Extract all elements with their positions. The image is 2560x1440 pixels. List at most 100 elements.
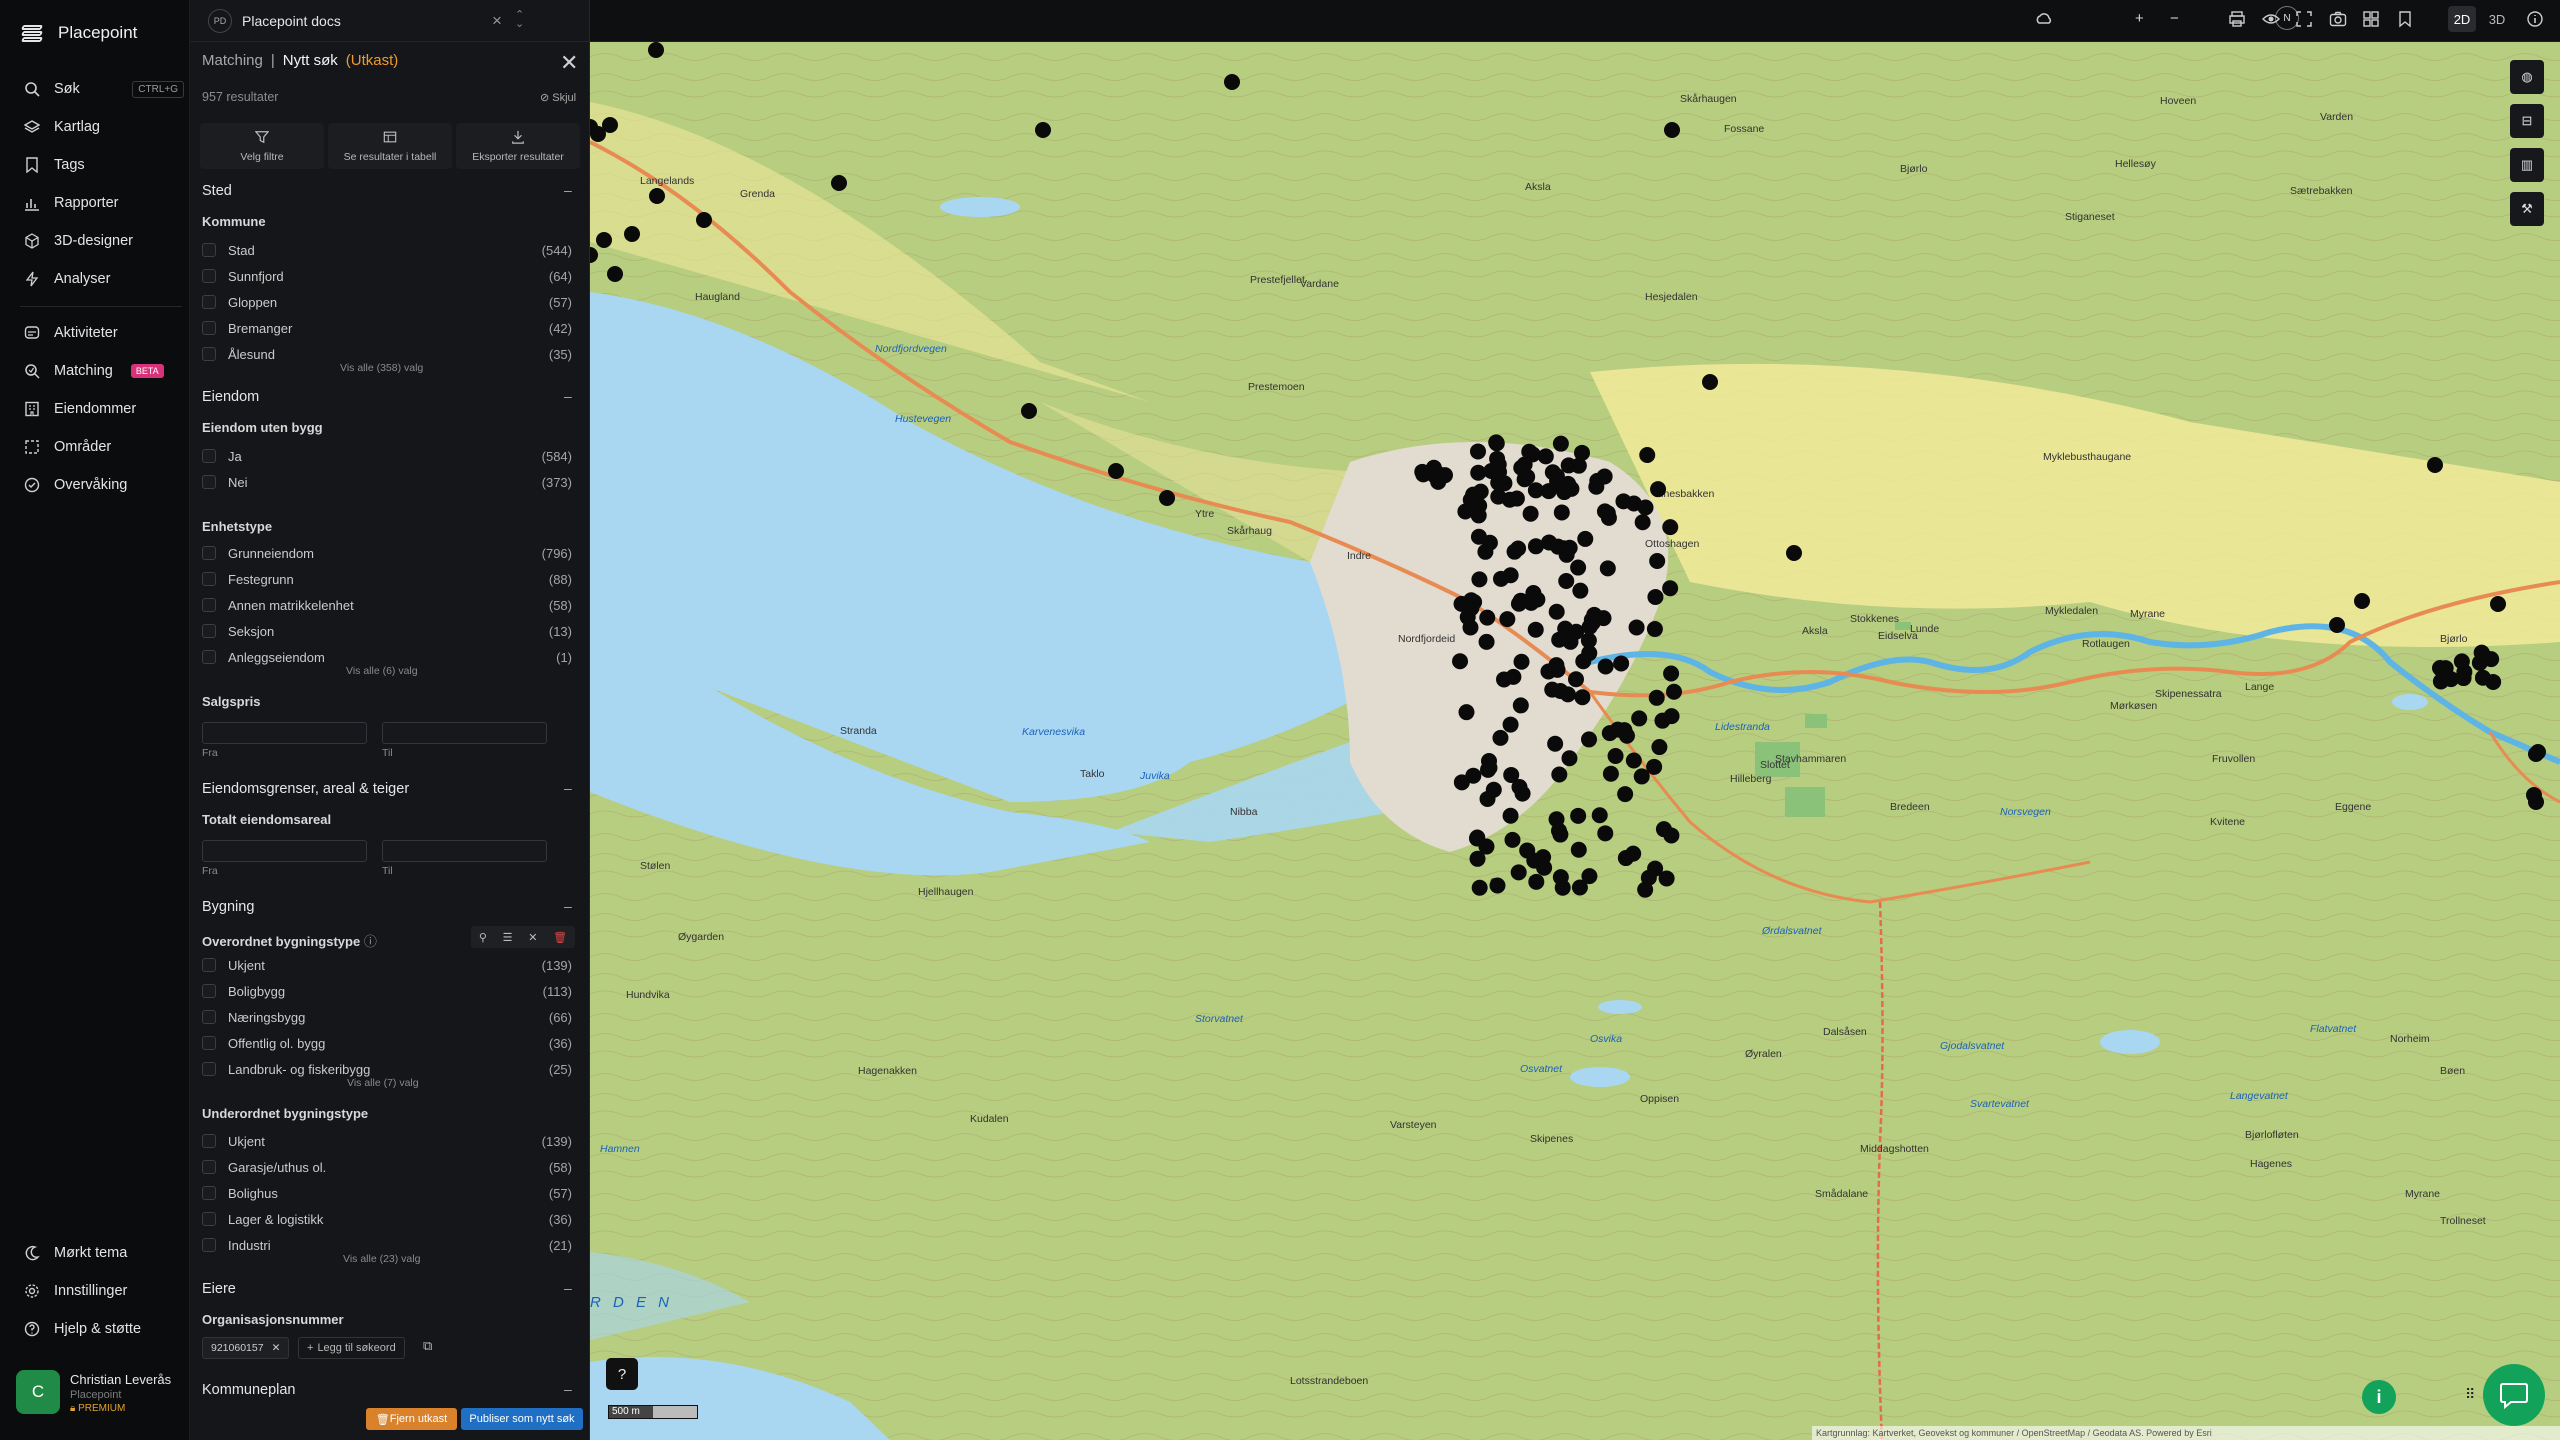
result-marker[interactable] — [1637, 881, 1654, 898]
result-marker[interactable] — [1662, 519, 1679, 536]
stats-button[interactable]: ▥ — [2510, 148, 2544, 182]
section-eiere[interactable]: Eiere — [202, 1281, 236, 1297]
filter-option[interactable]: Gloppen (57) — [202, 292, 572, 312]
checkbox[interactable] — [202, 546, 216, 560]
print-icon[interactable] — [2228, 10, 2246, 32]
result-marker[interactable] — [1544, 464, 1561, 481]
result-marker[interactable] — [2483, 651, 2500, 668]
checkbox[interactable] — [202, 1238, 216, 1252]
areal-to-input[interactable] — [382, 840, 547, 862]
hide-button[interactable]: ⊘ Skjul — [540, 91, 576, 104]
result-marker[interactable] — [2354, 593, 2370, 609]
result-marker[interactable] — [1492, 570, 1509, 587]
results-table-button[interactable]: Se resultater i tabell — [328, 123, 452, 169]
result-marker[interactable] — [1558, 546, 1575, 563]
result-marker[interactable] — [696, 212, 712, 228]
search-icon[interactable]: ⚲ — [479, 931, 487, 944]
nav-item-tags[interactable]: Tags — [24, 150, 184, 180]
result-marker[interactable] — [1597, 658, 1614, 675]
result-marker[interactable] — [1663, 827, 1680, 844]
result-marker[interactable] — [1572, 582, 1589, 599]
result-marker[interactable] — [1570, 457, 1587, 474]
filter-option[interactable]: Lager & logistikk (36) — [202, 1209, 572, 1229]
filter-option[interactable]: Industri (21) — [202, 1235, 572, 1255]
nav-item-dark-theme[interactable]: Mørkt tema — [24, 1238, 184, 1268]
filter-option[interactable]: Grunneiendom (796) — [202, 543, 572, 563]
result-marker[interactable] — [1628, 619, 1645, 636]
nav-item-omrader[interactable]: Områder — [24, 432, 184, 462]
result-marker[interactable] — [1499, 611, 1516, 628]
filter-option[interactable]: Garasje/uthus ol. (58) — [202, 1157, 572, 1177]
copy-icon[interactable]: ⧉ — [423, 1338, 432, 1354]
collapse-icon[interactable]: – — [564, 1381, 572, 1397]
show-all-link[interactable]: Vis alle (6) valg — [346, 665, 418, 677]
result-marker[interactable] — [1609, 721, 1626, 738]
section-eiendomsgrenser[interactable]: Eiendomsgrenser, areal & teiger — [202, 781, 409, 797]
result-marker[interactable] — [1613, 655, 1630, 672]
result-marker[interactable] — [1430, 473, 1447, 490]
result-marker[interactable] — [1108, 463, 1124, 479]
close-icon[interactable]: × — [492, 11, 502, 31]
result-marker[interactable] — [1463, 592, 1480, 609]
section-eiendom[interactable]: Eiendom — [202, 389, 259, 405]
result-marker[interactable] — [1516, 471, 1533, 488]
result-marker[interactable] — [1502, 716, 1519, 733]
filter-option[interactable]: Ukjent (139) — [202, 1131, 572, 1151]
result-marker[interactable] — [1527, 621, 1544, 638]
tools-button[interactable]: ⚒ — [2510, 192, 2544, 226]
result-marker[interactable] — [1570, 841, 1587, 858]
result-marker[interactable] — [1478, 633, 1495, 650]
filter-option[interactable]: Ålesund (35) — [202, 344, 572, 364]
filter-option[interactable]: Boligbygg (113) — [202, 981, 572, 1001]
brand[interactable]: Placepoint — [20, 20, 137, 46]
nav-item-aktiviteter[interactable]: Aktiviteter — [24, 318, 184, 348]
result-marker[interactable] — [1570, 559, 1587, 576]
result-marker[interactable] — [1633, 768, 1650, 785]
result-marker[interactable] — [1492, 729, 1509, 746]
bookmark-icon[interactable] — [2396, 10, 2414, 32]
result-marker[interactable] — [1561, 750, 1578, 767]
checkbox[interactable] — [202, 650, 216, 664]
result-marker[interactable] — [1602, 765, 1619, 782]
result-marker[interactable] — [1586, 606, 1603, 623]
trash-icon[interactable]: 🗑︎ — [553, 931, 567, 944]
result-marker[interactable] — [1550, 822, 1567, 839]
result-marker[interactable] — [1664, 122, 1680, 138]
nav-item-matching[interactable]: Matching BETA — [24, 356, 184, 386]
result-marker[interactable] — [1599, 560, 1616, 577]
result-marker[interactable] — [1639, 447, 1656, 464]
result-marker[interactable] — [1489, 877, 1506, 894]
result-marker[interactable] — [2455, 670, 2472, 687]
export-results-button[interactable]: Eksporter resultater — [456, 123, 580, 169]
result-marker[interactable] — [1470, 528, 1487, 545]
result-marker[interactable] — [1458, 704, 1475, 721]
result-marker[interactable] — [1512, 697, 1529, 714]
result-marker[interactable] — [1472, 483, 1489, 500]
checkbox[interactable] — [202, 1036, 216, 1050]
checkbox[interactable] — [202, 1186, 216, 1200]
search-term-chip[interactable]: 921060157 ✕ — [202, 1337, 290, 1359]
result-marker[interactable] — [1617, 786, 1634, 803]
chat-button[interactable] — [2483, 1364, 2545, 1426]
filter-option[interactable]: Ja (584) — [202, 446, 572, 466]
publish-search-button[interactable]: Publiser som nytt søk — [461, 1408, 583, 1430]
result-marker[interactable] — [1581, 645, 1598, 662]
result-marker[interactable] — [1646, 621, 1663, 638]
result-marker[interactable] — [596, 232, 612, 248]
result-marker[interactable] — [1505, 668, 1522, 685]
result-marker[interactable] — [1648, 689, 1665, 706]
result-marker[interactable] — [1510, 864, 1527, 881]
result-marker[interactable] — [1224, 74, 1240, 90]
view-3d-toggle[interactable]: 3D — [2483, 6, 2511, 32]
result-marker[interactable] — [2528, 746, 2544, 762]
result-marker[interactable] — [1631, 710, 1648, 727]
result-marker[interactable] — [1488, 435, 1505, 452]
checkbox[interactable] — [202, 475, 216, 489]
salgspris-from-input[interactable] — [202, 722, 367, 744]
layer-globe-button[interactable]: ◍ — [2510, 60, 2544, 94]
result-marker[interactable] — [1504, 831, 1521, 848]
filter-option[interactable]: Annen matrikkelenhet (58) — [202, 595, 572, 615]
camera-icon[interactable] — [2329, 10, 2347, 32]
checkbox[interactable] — [202, 1160, 216, 1174]
result-marker[interactable] — [1503, 766, 1520, 783]
